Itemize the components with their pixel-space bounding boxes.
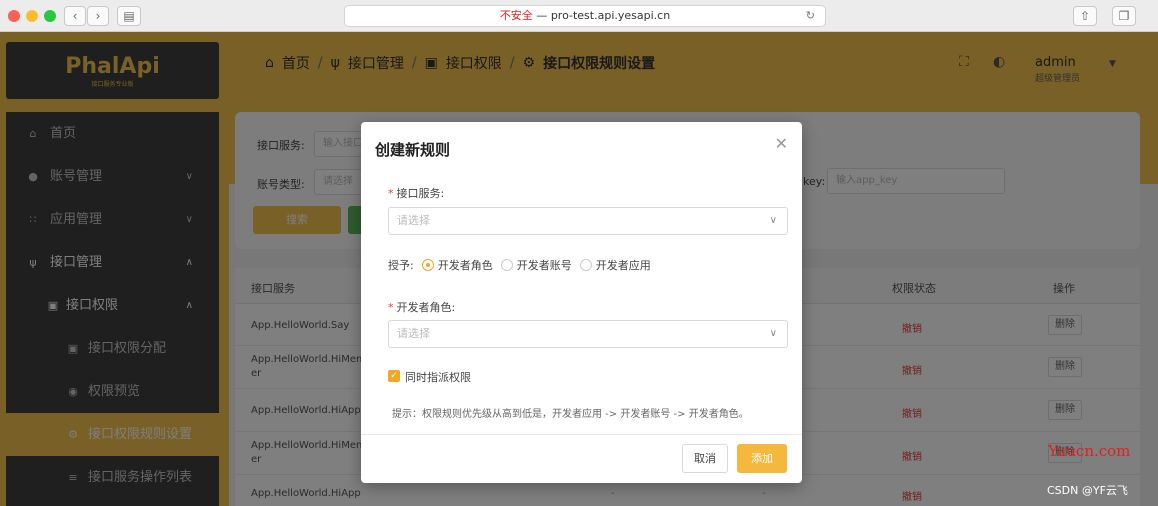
chevron-down-icon: ∨ <box>769 215 777 226</box>
close-window-icon[interactable] <box>8 10 20 22</box>
dialog-footer-divider <box>361 434 802 435</box>
radio-developer-account[interactable] <box>500 259 513 271</box>
dialog-title: 创建新规则 <box>375 141 451 159</box>
service-select[interactable]: 请选择 ∨ <box>388 207 788 235</box>
chevron-down-icon: ∨ <box>769 328 777 339</box>
address-bar[interactable]: 不安全 — pro-test.api.yesapi.cn ↻ <box>344 5 826 27</box>
reload-icon[interactable]: ↻ <box>806 6 815 26</box>
cancel-button[interactable]: 取消 <box>682 444 728 473</box>
add-rule-button[interactable]: 添加 <box>737 444 787 473</box>
service-label: * 接口服务: <box>388 185 444 201</box>
back-icon[interactable]: ‹ <box>64 6 86 26</box>
forward-icon[interactable]: › <box>87 6 109 26</box>
radio-label[interactable]: 开发者角色 <box>438 257 493 273</box>
role-label-text: 开发者角色: <box>396 301 456 314</box>
url-domain: pro-test.api.yesapi.cn <box>550 9 671 22</box>
priority-hint: 提示：权限规则优先级从高到低是，开发者应用 -> 开发者账号 -> 开发者角色。 <box>392 409 749 420</box>
service-select-placeholder: 请选择 <box>397 214 430 227</box>
radio-label[interactable]: 开发者账号 <box>517 257 572 273</box>
share-icon[interactable]: ⇧ <box>1073 6 1097 26</box>
sync-permission-checkbox[interactable]: ✓ <box>388 370 400 382</box>
site-watermark: Yuucn.com <box>1048 442 1131 460</box>
close-icon[interactable]: ✕ <box>775 134 788 153</box>
radio-developer-role[interactable] <box>421 259 434 271</box>
create-rule-dialog: 创建新规则 ✕ * 接口服务: 请选择 ∨ 授予: 开发者角色 开发者账号 开发者… <box>361 122 802 483</box>
role-select[interactable]: 请选择 ∨ <box>388 320 788 348</box>
role-select-placeholder: 请选择 <box>397 327 430 340</box>
minimize-window-icon[interactable] <box>26 10 38 22</box>
radio-developer-app[interactable] <box>579 259 592 271</box>
grant-radio-group: 授予: 开发者角色 开发者账号 开发者应用 <box>388 257 651 273</box>
service-label-text: 接口服务: <box>396 187 445 200</box>
url-separator: — <box>532 9 551 22</box>
maximize-window-icon[interactable] <box>44 10 56 22</box>
sidebar-toggle-icon[interactable]: ▤ <box>117 6 141 26</box>
grant-label: 授予: <box>388 259 414 272</box>
csdn-watermark: CSDN @YF云飞 <box>1047 484 1128 497</box>
tabs-overview-icon[interactable]: ❐ <box>1112 6 1136 26</box>
browser-toolbar: ‹ › ▤ 不安全 — pro-test.api.yesapi.cn ↻ ⇧ ❐ <box>0 0 1158 32</box>
required-mark: * <box>388 301 394 314</box>
radio-label[interactable]: 开发者应用 <box>596 257 651 273</box>
role-label: * 开发者角色: <box>388 299 455 315</box>
insecure-label: 不安全 <box>499 9 533 22</box>
required-mark: * <box>388 187 394 200</box>
sync-permission-label[interactable]: 同时指派权限 <box>405 369 471 385</box>
